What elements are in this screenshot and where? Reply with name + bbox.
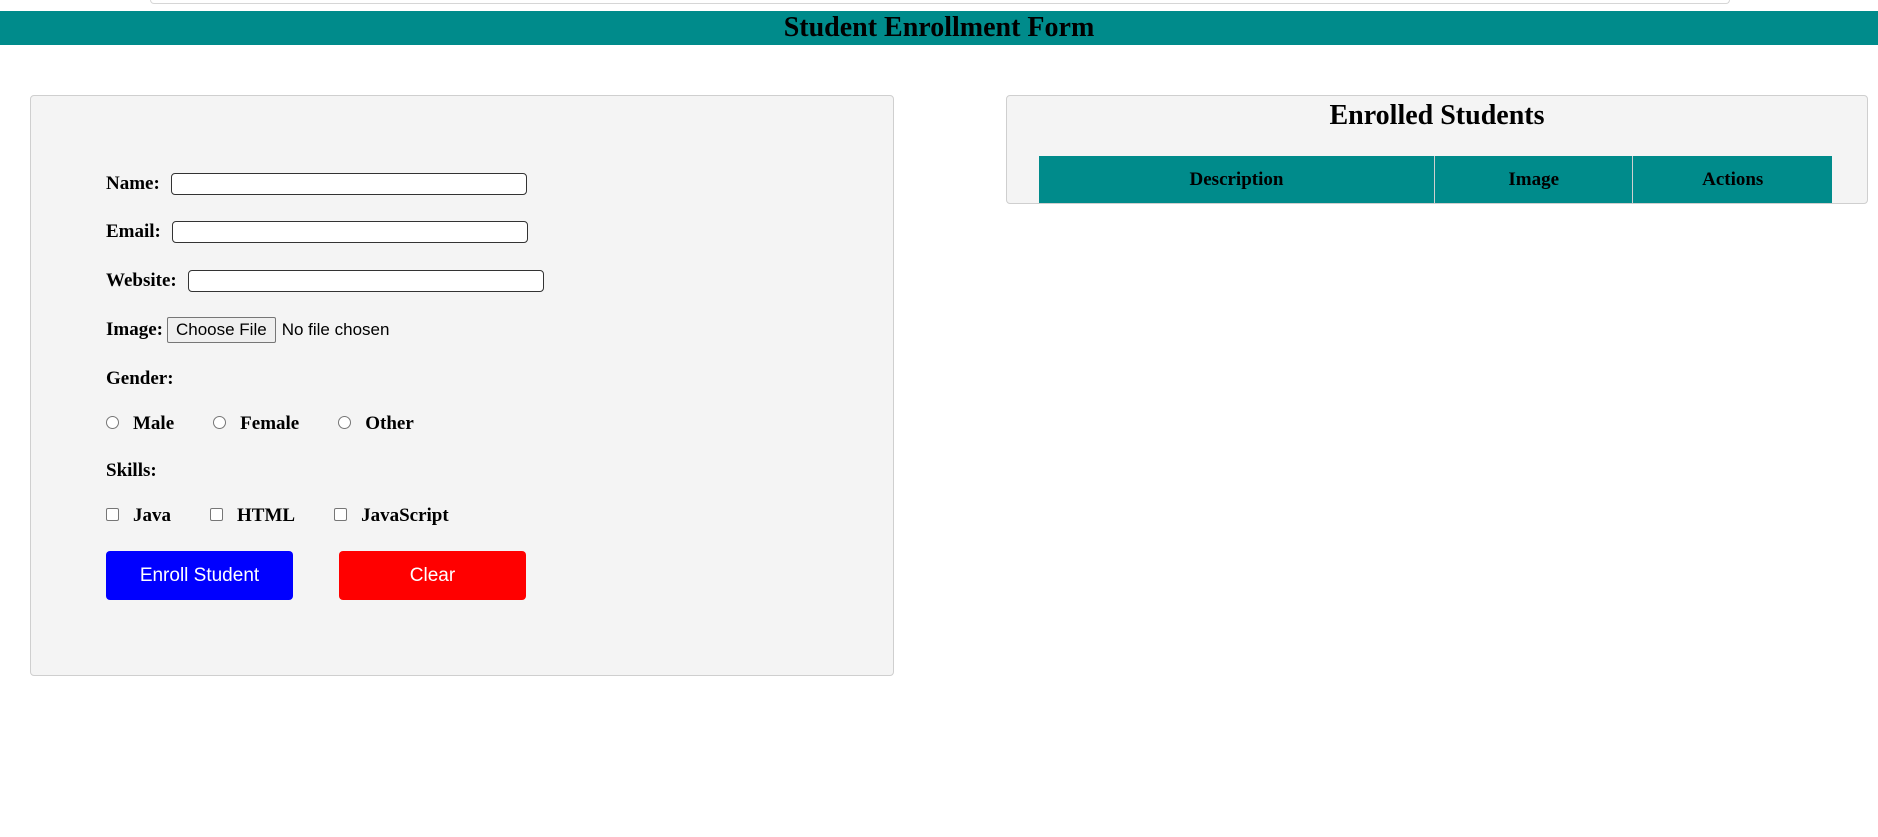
clear-button[interactable]: Clear <box>339 551 526 600</box>
gender-male-label: Male <box>133 413 175 434</box>
website-label: Website: <box>106 270 177 291</box>
radio-female[interactable] <box>213 415 227 429</box>
website-row: Website: <box>106 270 544 292</box>
name-label: Name: <box>106 173 160 194</box>
skill-option-java[interactable]: Java <box>106 505 171 527</box>
skills-options: Java HTML JavaScript <box>106 505 479 527</box>
column-description: Description <box>1039 156 1435 203</box>
gender-heading-row: Gender: <box>106 368 174 390</box>
enroll-student-button[interactable]: Enroll Student <box>106 551 293 600</box>
gender-other-label: Other <box>365 413 414 434</box>
page-title: Student Enrollment Form <box>783 12 1095 43</box>
gender-label: Gender: <box>106 368 174 389</box>
skill-java-label: Java <box>133 505 171 526</box>
header-bar: Student Enrollment Form <box>0 11 1878 45</box>
name-input[interactable] <box>170 173 527 195</box>
name-row: Name: <box>106 173 527 195</box>
column-actions: Actions <box>1632 156 1832 203</box>
image-row: Image: Choose File No file chosen <box>106 317 389 343</box>
browser-top-strip <box>150 0 1730 4</box>
radio-other[interactable] <box>338 415 352 429</box>
skills-label: Skills: <box>106 460 157 481</box>
file-status-text: No file chosen <box>281 320 390 339</box>
skills-heading-row: Skills: <box>106 460 157 482</box>
gender-options: Male Female Other <box>106 413 444 435</box>
checkbox-html[interactable] <box>210 507 223 521</box>
gender-option-other[interactable]: Other <box>338 413 414 435</box>
column-image: Image <box>1434 156 1634 203</box>
email-input[interactable] <box>171 221 528 243</box>
enrolled-students-title: Enrolled Students <box>1329 100 1545 131</box>
email-row: Email: <box>106 221 528 243</box>
radio-male[interactable] <box>106 415 119 429</box>
skill-option-html[interactable]: HTML <box>210 505 295 527</box>
skill-javascript-label: JavaScript <box>361 505 449 526</box>
image-label: Image: <box>106 319 163 340</box>
checkbox-java[interactable] <box>106 507 119 521</box>
skill-option-javascript[interactable]: JavaScript <box>334 505 449 527</box>
gender-female-label: Female <box>240 413 300 434</box>
gender-option-male[interactable]: Male <box>106 413 174 435</box>
email-label: Email: <box>106 221 161 242</box>
checkbox-javascript[interactable] <box>334 507 348 521</box>
enrolled-students-panel: Enrolled Students Description Image Acti… <box>1006 95 1868 204</box>
enrollment-form-panel: Name: Email: Website: Image: Choose File… <box>30 95 894 676</box>
website-input[interactable] <box>187 270 544 292</box>
table-header-row: Description Image Actions <box>1039 156 1832 203</box>
skill-html-label: HTML <box>237 505 296 526</box>
enrolled-students-table: Description Image Actions <box>1039 156 1832 203</box>
gender-option-female[interactable]: Female <box>213 413 299 435</box>
choose-file-button[interactable]: Choose File <box>166 317 276 343</box>
